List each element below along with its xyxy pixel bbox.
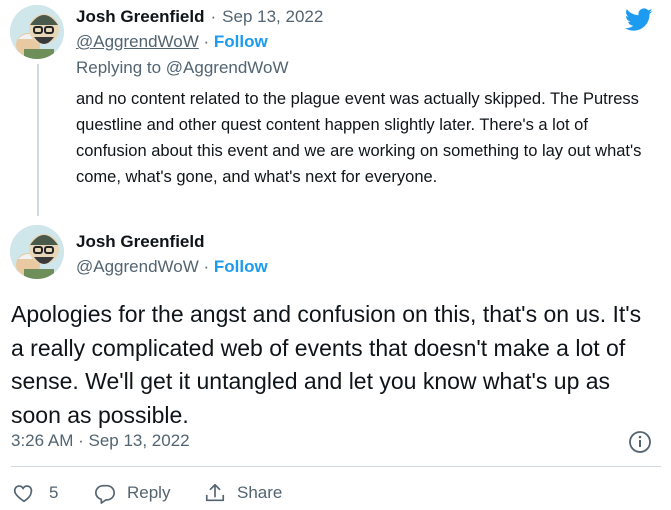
reply-bubble-icon xyxy=(95,484,115,504)
thread-connector-line xyxy=(37,64,39,216)
avatar[interactable] xyxy=(10,225,64,279)
share-label: Share xyxy=(237,483,283,502)
divider xyxy=(11,466,661,467)
tweet-date[interactable]: Sep 13, 2022 xyxy=(222,7,323,27)
tweet-timestamp[interactable]: 3:26 AM · Sep 13, 2022 xyxy=(11,431,190,451)
author-name[interactable]: Josh Greenfield xyxy=(76,7,204,27)
author-handle[interactable]: @AggrendWoW xyxy=(76,32,199,51)
author-name[interactable]: Josh Greenfield xyxy=(76,232,204,252)
replying-to[interactable]: Replying to @AggrendWoW xyxy=(76,58,289,78)
main-tweet-text: Apologies for the angst and confusion on… xyxy=(11,301,642,428)
share-button[interactable]: Share xyxy=(203,482,282,504)
separator-dot: · xyxy=(210,7,217,26)
main-tweet-handle-row: @AggrendWoW · Follow xyxy=(76,257,268,277)
like-button[interactable]: 5 xyxy=(13,482,58,504)
follow-button[interactable]: Follow xyxy=(214,257,268,276)
author-handle[interactable]: @AggrendWoW xyxy=(76,257,199,276)
separator-dot: · xyxy=(203,32,214,51)
reply-tweet-header: Josh Greenfield · Sep 13, 2022 xyxy=(76,7,323,27)
reply-tweet-handle-row: @AggrendWoW · Follow xyxy=(76,32,268,52)
share-upload-icon xyxy=(205,483,225,502)
info-icon[interactable] xyxy=(628,430,652,459)
reply-label: Reply xyxy=(127,483,171,502)
follow-button[interactable]: Follow xyxy=(214,32,268,51)
twitter-bird-icon[interactable] xyxy=(624,8,653,37)
reply-tweet-text: and no content related to the plague eve… xyxy=(76,90,642,186)
reply-button[interactable]: Reply xyxy=(93,482,170,504)
heart-icon xyxy=(13,485,33,503)
avatar[interactable] xyxy=(10,5,64,59)
like-count: 5 xyxy=(49,483,59,502)
separator-dot: · xyxy=(203,257,214,276)
